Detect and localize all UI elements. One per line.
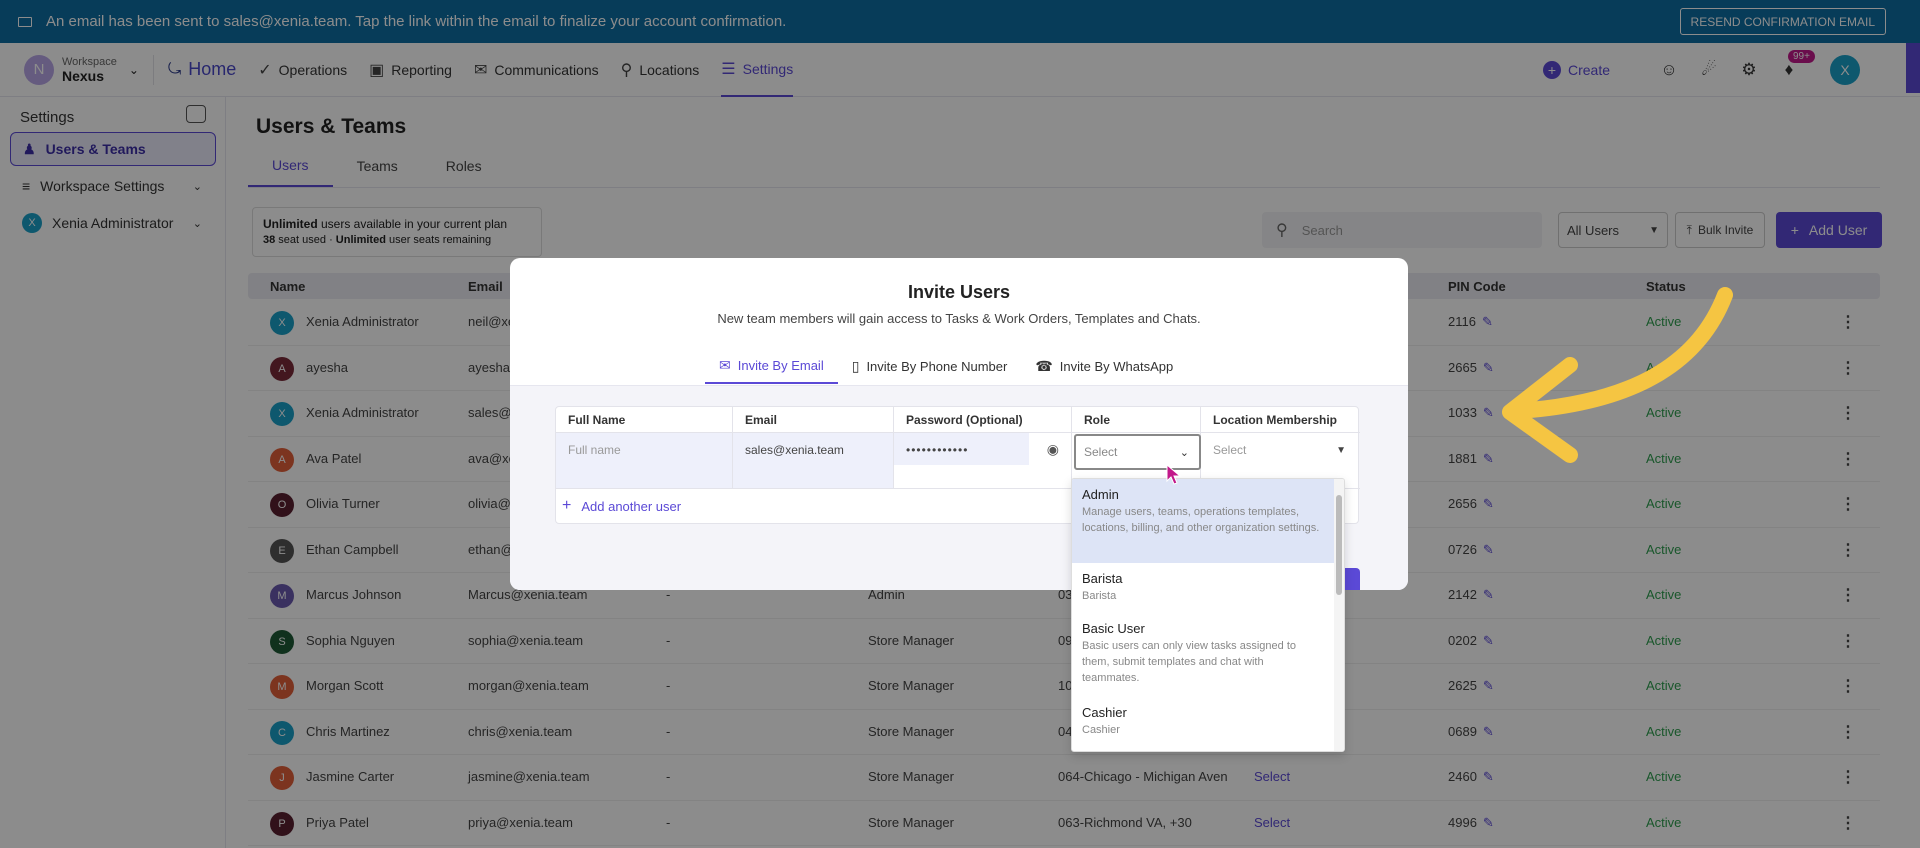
whatsapp-icon: ☎ bbox=[1035, 357, 1053, 374]
dropdown-scrollbar[interactable] bbox=[1334, 479, 1344, 751]
add-another-label: Add another user bbox=[581, 498, 682, 514]
header-location: Location Membership bbox=[1201, 407, 1360, 433]
option-title: Cashier bbox=[1082, 705, 1127, 720]
option-desc: Barista bbox=[1082, 590, 1117, 602]
option-desc: Cashier bbox=[1082, 724, 1120, 736]
email-value: sales@xenia.team bbox=[745, 443, 844, 457]
role-dropdown-menu: Admin Manage users, teams, operations te… bbox=[1071, 478, 1345, 752]
tab-invite-email[interactable]: ✉ Invite By Email bbox=[705, 348, 838, 384]
password-field[interactable]: •••••••••••• ◉ bbox=[894, 433, 1072, 489]
plus-icon: + bbox=[562, 497, 572, 514]
tab-label: Invite By WhatsApp bbox=[1059, 358, 1174, 374]
role-option-basic-user[interactable]: Basic User Basic users can only view tas… bbox=[1072, 613, 1334, 697]
tab-invite-phone[interactable]: ▯ Invite By Phone Number bbox=[838, 348, 1022, 384]
mouse-cursor-icon bbox=[1166, 464, 1182, 485]
caret-down-icon: ▼ bbox=[1336, 445, 1346, 456]
role-option-barista[interactable]: Barista Barista bbox=[1072, 563, 1334, 611]
option-desc: Basic users can only view tasks assigned… bbox=[1082, 640, 1296, 684]
full-name-field[interactable]: Full name bbox=[556, 433, 733, 489]
option-title: Basic User bbox=[1082, 621, 1145, 636]
mail-icon: ✉ bbox=[719, 356, 731, 373]
annotation-arrow-icon bbox=[1502, 287, 1733, 463]
header-full-name: Full Name bbox=[556, 407, 733, 433]
tab-invite-whatsapp[interactable]: ☎ Invite By WhatsApp bbox=[1021, 348, 1187, 384]
header-password: Password (Optional) bbox=[894, 407, 1072, 433]
email-field[interactable]: sales@xenia.team bbox=[733, 433, 894, 489]
tab-label: Invite By Phone Number bbox=[866, 358, 1008, 374]
header-email: Email bbox=[733, 407, 894, 433]
role-option-admin[interactable]: Admin Manage users, teams, operations te… bbox=[1072, 479, 1334, 563]
option-title: Barista bbox=[1082, 571, 1123, 586]
option-title: Admin bbox=[1082, 487, 1119, 502]
tab-label: Invite By Email bbox=[737, 357, 824, 373]
option-desc: Manage users, teams, operations template… bbox=[1082, 506, 1320, 534]
phone-icon: ▯ bbox=[851, 357, 860, 374]
modal-subtitle: New team members will gain access to Tas… bbox=[717, 311, 1201, 326]
scrollbar-thumb[interactable] bbox=[1336, 495, 1342, 595]
chevron-down-icon: ⌄ bbox=[1179, 446, 1189, 459]
full-name-placeholder: Full name bbox=[568, 443, 621, 457]
role-placeholder: Select bbox=[1084, 445, 1118, 459]
role-option-cashier[interactable]: Cashier Cashier bbox=[1072, 697, 1334, 745]
header-role: Role bbox=[1072, 407, 1201, 433]
modal-title: Invite Users bbox=[907, 282, 1011, 302]
password-value: •••••••••••• bbox=[906, 443, 969, 457]
add-another-user-button[interactable]: + Add another user bbox=[562, 497, 681, 515]
eye-icon[interactable]: ◉ bbox=[1047, 441, 1059, 458]
location-placeholder: Select bbox=[1213, 443, 1247, 457]
invite-method-tabs: ✉ Invite By Email ▯ Invite By Phone Numb… bbox=[705, 348, 1187, 384]
